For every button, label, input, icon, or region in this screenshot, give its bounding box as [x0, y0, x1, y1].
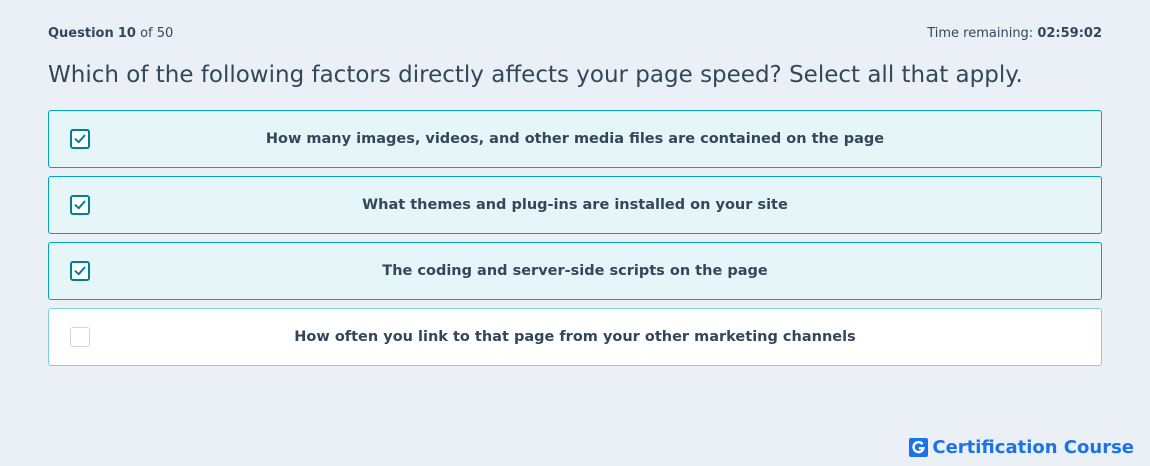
answer-option-label: The coding and server-side scripts on th… [382, 263, 768, 279]
answer-option[interactable]: How often you link to that page from you… [48, 308, 1102, 366]
answer-option[interactable]: How many images, videos, and other media… [48, 110, 1102, 168]
brand-g-icon [909, 438, 929, 457]
time-remaining-value: 02:59:02 [1037, 25, 1102, 41]
brand-logo: Certification Course [909, 437, 1134, 458]
brand-name: Certification Course [932, 437, 1134, 458]
question-counter: Question 10 of 50 [48, 26, 173, 41]
question-word: Question [48, 25, 114, 41]
checkbox-checked-icon[interactable] [70, 195, 90, 215]
question-total: of 50 [140, 25, 174, 41]
question-text: Which of the following factors directly … [48, 62, 1023, 88]
answer-option[interactable]: The coding and server-side scripts on th… [48, 242, 1102, 300]
answer-option-label: What themes and plug-ins are installed o… [362, 197, 788, 213]
answer-option-label: How often you link to that page from you… [294, 329, 856, 345]
quiz-header: Question 10 of 50 Time remaining: 02:59:… [48, 24, 1102, 42]
time-remaining: Time remaining: 02:59:02 [927, 26, 1102, 41]
checkbox-unchecked-icon[interactable] [70, 327, 90, 347]
answer-option-label: How many images, videos, and other media… [265, 131, 885, 147]
checkbox-checked-icon[interactable] [70, 129, 90, 149]
time-remaining-label: Time remaining: [927, 25, 1034, 41]
question-number: 10 [117, 25, 136, 41]
answer-options: How many images, videos, and other media… [48, 110, 1102, 374]
checkbox-checked-icon[interactable] [70, 261, 90, 281]
answer-option[interactable]: What themes and plug-ins are installed o… [48, 176, 1102, 234]
